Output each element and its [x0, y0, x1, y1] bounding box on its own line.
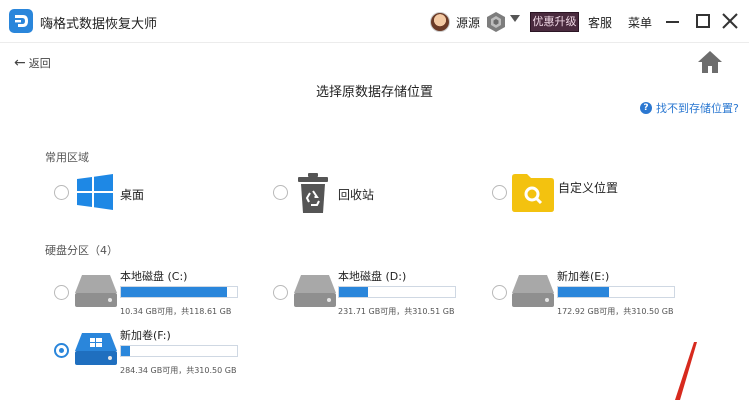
windows-icon[interactable]	[77, 174, 113, 210]
annotation-stroke	[675, 342, 697, 400]
custom-location-label[interactable]: 自定义位置	[558, 179, 618, 196]
help-link[interactable]: ? 找不到存储位置?	[640, 100, 739, 116]
disk-section-label: 硬盘分区（4）	[45, 244, 118, 257]
recycle-bin-radio[interactable]	[273, 185, 288, 200]
desktop-radio[interactable]	[54, 185, 69, 200]
drive-e-usage-text: 172.92 GB可用，共310.50 GB	[557, 307, 674, 316]
hard-drive-icon[interactable]	[74, 273, 118, 309]
drive-c-usage-text: 10.34 GB可用，共118.61 GB	[120, 307, 232, 316]
drive-c-usage-bar	[120, 286, 238, 298]
hard-drive-windows-icon[interactable]	[74, 331, 118, 367]
drive-e-radio[interactable]	[492, 285, 507, 300]
help-label: 找不到存储位置?	[656, 102, 739, 115]
home-icon[interactable]	[697, 49, 723, 75]
recycle-bin-label[interactable]: 回收站	[338, 186, 374, 203]
chevron-down-icon[interactable]	[510, 15, 520, 22]
drive-c-radio[interactable]	[54, 285, 69, 300]
custom-location-radio[interactable]	[492, 185, 507, 200]
page-title: 选择原数据存储位置	[315, 85, 433, 100]
hard-drive-icon[interactable]	[293, 273, 337, 309]
drive-e-usage-fill	[558, 287, 610, 297]
desktop-label[interactable]: 桌面	[120, 186, 144, 203]
close-icon[interactable]	[721, 12, 739, 30]
drive-d-usage-bar	[338, 286, 456, 298]
common-section-label: 常用区域	[45, 151, 89, 164]
back-label: 返回	[28, 57, 51, 70]
user-avatar[interactable]	[430, 12, 450, 32]
menu-button[interactable]: 菜单	[628, 14, 652, 31]
drive-f-name[interactable]: 新加卷(F:)	[120, 327, 171, 343]
app-title: 嗨格式数据恢复大师	[40, 17, 158, 32]
recycle-bin-icon[interactable]	[297, 172, 329, 214]
drive-d-usage-text: 231.71 GB可用，共310.51 GB	[338, 307, 455, 316]
question-icon: ?	[640, 102, 652, 114]
hard-drive-icon[interactable]	[511, 273, 555, 309]
drive-e-usage-bar	[557, 286, 675, 298]
maximize-icon[interactable]	[696, 14, 710, 28]
title-bar: 嗨格式数据恢复大师 源源 优惠升级 客服 菜单	[0, 0, 749, 43]
drive-f-usage-text: 284.34 GB可用，共310.50 GB	[120, 366, 237, 375]
drive-f-usage-bar	[120, 345, 238, 357]
arrow-left-icon: ←	[14, 55, 26, 71]
folder-search-icon[interactable]	[512, 174, 554, 212]
upgrade-button[interactable]: 优惠升级	[530, 12, 579, 32]
drive-f-usage-fill	[121, 346, 131, 356]
drive-c-name[interactable]: 本地磁盘 (C:)	[120, 268, 187, 284]
app-logo-icon	[9, 9, 33, 33]
drive-d-usage-fill	[339, 287, 368, 297]
minimize-icon[interactable]	[666, 21, 679, 23]
drive-d-radio[interactable]	[273, 285, 288, 300]
drive-e-name[interactable]: 新加卷(E:)	[557, 268, 609, 284]
username[interactable]: 源源	[456, 14, 480, 31]
customer-service-button[interactable]: 客服	[588, 14, 612, 31]
drive-c-usage-fill	[121, 287, 227, 297]
member-badge-icon[interactable]	[485, 11, 507, 33]
drive-f-radio[interactable]	[54, 343, 69, 358]
back-button[interactable]: ← 返回	[14, 56, 51, 70]
drive-d-name[interactable]: 本地磁盘 (D:)	[338, 268, 406, 284]
